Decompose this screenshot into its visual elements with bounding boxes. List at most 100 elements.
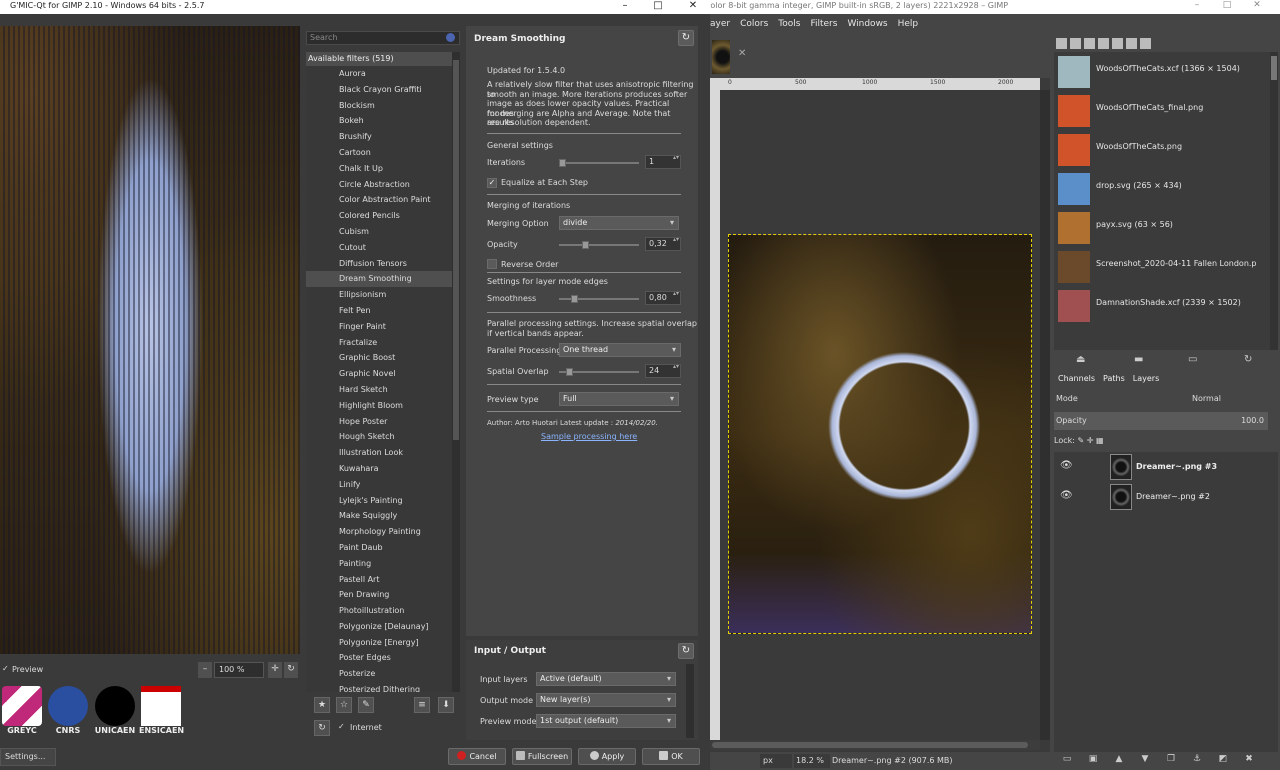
image-list-item[interactable]: WoodsOfTheCats.xcf (1366 × 1504) bbox=[1054, 52, 1270, 91]
ensicaen-logo[interactable]: ENSICAEN bbox=[139, 686, 184, 742]
filter-item[interactable]: Color Abstraction Paint bbox=[306, 192, 452, 208]
filter-item[interactable]: Finger Paint bbox=[306, 319, 452, 335]
fullscreen-button[interactable]: Fullscreen bbox=[512, 748, 572, 765]
cancel-button[interactable]: Cancel bbox=[448, 748, 506, 765]
image-view-icon[interactable] bbox=[1098, 38, 1109, 49]
filter-item[interactable]: Black Crayon Graffiti bbox=[306, 82, 452, 98]
lock-alpha-icon[interactable]: ▦ bbox=[1096, 436, 1104, 445]
preview-refresh-icon[interactable]: ↻ bbox=[284, 662, 298, 678]
filter-item[interactable]: Chalk It Up bbox=[306, 161, 452, 177]
zoom-fit-icon[interactable]: ✛ bbox=[268, 662, 282, 678]
filter-item[interactable]: Illustration Look bbox=[306, 445, 452, 461]
delete-image-icon[interactable]: ▭ bbox=[1188, 354, 1197, 365]
slider-knob[interactable] bbox=[559, 159, 566, 167]
filter-item[interactable]: Colored Pencils bbox=[306, 208, 452, 224]
image-view-icon[interactable] bbox=[1112, 38, 1123, 49]
cnrs-logo[interactable]: CNRS bbox=[46, 686, 90, 742]
image-list-item[interactable]: payx.svg (63 × 56) bbox=[1054, 208, 1270, 247]
visibility-eye-icon[interactable]: 👁 bbox=[1060, 460, 1073, 471]
raise-layer-icon[interactable]: ▲ bbox=[1106, 754, 1132, 764]
images-scrollbar[interactable] bbox=[1270, 52, 1278, 350]
add-favorite-icon[interactable]: ★ bbox=[314, 697, 330, 713]
delete-layer-icon[interactable]: ✖ bbox=[1236, 754, 1262, 764]
menu-filters[interactable]: Filters bbox=[805, 14, 842, 34]
image-list-item[interactable]: Screenshot_2020-04-11 Fallen London.p bbox=[1054, 247, 1270, 286]
gmic-close-button[interactable]: ✕ bbox=[678, 0, 708, 12]
download-icon[interactable]: ⬇ bbox=[438, 697, 454, 713]
filter-item[interactable]: Linify bbox=[306, 477, 452, 493]
reverse-order-checkbox[interactable] bbox=[487, 259, 497, 269]
layer-row[interactable]: 👁 Dreamer~.png #3 bbox=[1054, 452, 1278, 482]
new-group-icon[interactable]: ▣ bbox=[1080, 754, 1106, 764]
unit-select[interactable]: px bbox=[760, 754, 792, 768]
filter-item[interactable]: Circle Abstraction bbox=[306, 177, 452, 193]
close-icon[interactable]: ✕ bbox=[738, 48, 746, 59]
filter-item[interactable]: Bokeh bbox=[306, 113, 452, 129]
greyc-logo[interactable]: GREYC bbox=[0, 686, 44, 742]
reset-io-icon[interactable]: ↻ bbox=[678, 643, 694, 659]
filter-item[interactable]: Aurora bbox=[306, 66, 452, 82]
slider-knob[interactable] bbox=[582, 241, 590, 249]
spatial-overlap-slider[interactable] bbox=[559, 368, 639, 376]
parallel-processing-select[interactable]: One thread bbox=[559, 343, 681, 357]
equalize-checkbox[interactable]: ✓ bbox=[487, 178, 497, 188]
filter-item[interactable]: Kuwahara bbox=[306, 461, 452, 477]
filter-item[interactable]: Hope Poster bbox=[306, 414, 452, 430]
unicaen-logo[interactable]: UNICAEN bbox=[93, 686, 137, 742]
filter-item[interactable]: Polygonize [Energy] bbox=[306, 635, 452, 651]
remove-favorite-icon[interactable]: ☆ bbox=[336, 697, 352, 713]
opacity-slider[interactable] bbox=[559, 241, 639, 249]
gimp-image-canvas[interactable] bbox=[728, 234, 1032, 634]
filter-item[interactable]: Pastell Art bbox=[306, 572, 452, 588]
tab-layers[interactable]: Layers bbox=[1129, 372, 1163, 386]
input-layers-select[interactable]: Active (default) bbox=[536, 672, 676, 686]
filter-item[interactable]: Paint Daub bbox=[306, 540, 452, 556]
gimp-minimize-button[interactable]: – bbox=[1185, 0, 1209, 12]
update-filters-icon[interactable]: ↻ bbox=[314, 720, 330, 736]
internet-checkbox[interactable]: ✓ bbox=[338, 722, 345, 731]
filter-item[interactable]: Brushify bbox=[306, 129, 452, 145]
preview-type-select[interactable]: Full bbox=[559, 392, 679, 406]
canvas-vertical-scrollbar[interactable] bbox=[1040, 90, 1050, 740]
create-new-display-icon[interactable]: ▬ bbox=[1134, 354, 1143, 365]
image-list-item[interactable]: WoodsOfTheCats_final.png bbox=[1054, 91, 1270, 130]
filter-item[interactable]: Make Squiggly bbox=[306, 508, 452, 524]
filter-item[interactable]: Hard Sketch bbox=[306, 382, 452, 398]
filter-item[interactable]: Polygonize [Delaunay] bbox=[306, 619, 452, 635]
image-view-icon[interactable] bbox=[1070, 38, 1081, 49]
image-list-item[interactable]: drop.svg (265 × 434) bbox=[1054, 169, 1270, 208]
smoothness-slider[interactable] bbox=[559, 295, 639, 303]
menu-colors[interactable]: Colors bbox=[735, 14, 773, 34]
smoothness-spinbox[interactable]: 0,80 bbox=[645, 290, 681, 305]
gimp-close-button[interactable]: ✕ bbox=[1245, 0, 1269, 12]
lock-pixels-icon[interactable]: ✎ bbox=[1077, 436, 1084, 445]
filter-item[interactable]: Diffusion Tensors bbox=[306, 256, 452, 272]
lower-layer-icon[interactable]: ▼ bbox=[1132, 754, 1158, 764]
filter-item[interactable]: Dream Smoothing bbox=[306, 271, 452, 288]
filter-item[interactable]: Fractalize bbox=[306, 335, 452, 351]
image-tab-thumbnail[interactable] bbox=[712, 40, 730, 74]
filter-item[interactable]: Photoillustration bbox=[306, 603, 452, 619]
iterations-slider[interactable] bbox=[559, 159, 639, 167]
slider-knob[interactable] bbox=[570, 295, 578, 303]
filter-item[interactable]: Graphic Novel bbox=[306, 366, 452, 382]
sample-processing-link[interactable]: Sample processing here bbox=[541, 432, 637, 441]
preview-image[interactable] bbox=[0, 26, 300, 654]
lock-position-icon[interactable]: ✛ bbox=[1087, 436, 1094, 445]
filter-item[interactable]: Blockism bbox=[306, 98, 452, 114]
filter-item[interactable]: Posterize bbox=[306, 666, 452, 682]
reset-params-icon[interactable]: ↻ bbox=[678, 30, 694, 46]
opacity-spinbox[interactable]: 0,32 bbox=[645, 236, 681, 251]
image-view-icon[interactable] bbox=[1140, 38, 1151, 49]
iterations-spinbox[interactable]: 1 bbox=[645, 154, 681, 169]
rename-favorite-icon[interactable]: ✎ bbox=[358, 697, 374, 713]
filter-item[interactable]: Felt Pen bbox=[306, 303, 452, 319]
layer-opacity-slider[interactable]: Opacity 100.0 bbox=[1054, 412, 1268, 430]
output-mode-select[interactable]: New layer(s) bbox=[536, 693, 676, 707]
preview-mode-select[interactable]: 1st output (default) bbox=[536, 714, 676, 728]
filter-item[interactable]: Highlight Bloom bbox=[306, 398, 452, 414]
apply-button[interactable]: Apply bbox=[578, 748, 636, 765]
new-layer-icon[interactable]: ▭ bbox=[1054, 754, 1080, 764]
ok-button[interactable]: OK bbox=[642, 748, 700, 765]
search-icon[interactable] bbox=[446, 33, 455, 42]
